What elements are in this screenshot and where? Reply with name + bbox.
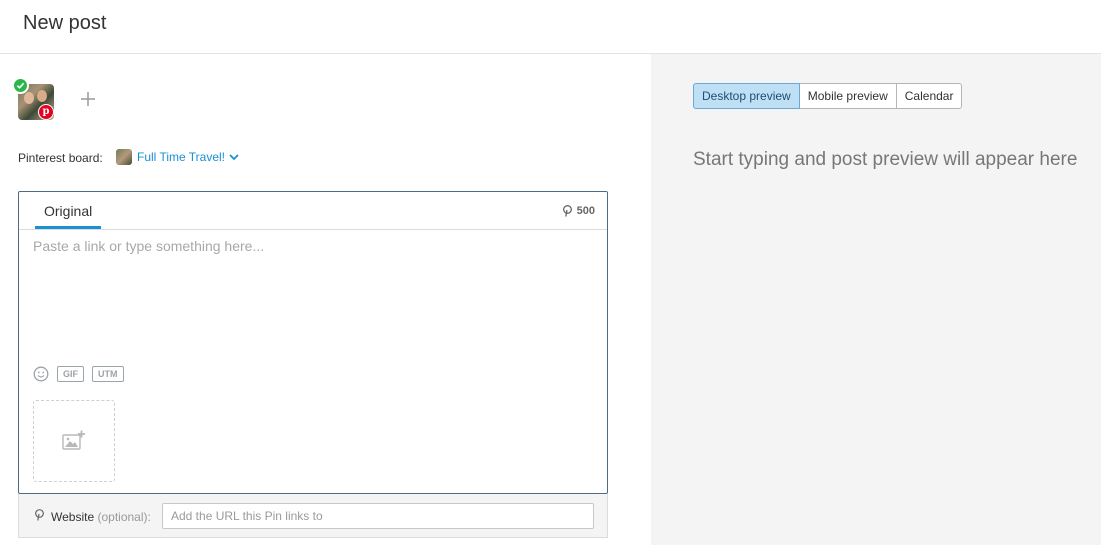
preview-empty-message: Start typing and post preview will appea… <box>693 149 1078 170</box>
utm-button[interactable]: UTM <box>92 366 124 382</box>
pinterest-icon <box>35 509 44 521</box>
board-selector[interactable]: Full Time Travel! <box>137 150 239 164</box>
tab-calendar[interactable]: Calendar <box>895 83 963 109</box>
board-thumbnail <box>116 149 132 165</box>
add-account-button[interactable] <box>79 90 97 108</box>
chevron-down-icon <box>229 153 239 160</box>
post-text-input[interactable] <box>33 238 593 358</box>
website-label: Website (optional): <box>51 510 151 524</box>
check-icon <box>16 82 25 89</box>
pinterest-icon: p <box>38 104 54 120</box>
selected-check-icon <box>12 77 29 94</box>
avatar-face <box>24 92 34 104</box>
plus-icon <box>81 92 95 106</box>
gif-button[interactable]: GIF <box>57 366 84 382</box>
character-counter: 500 <box>562 205 595 217</box>
page-title: New post <box>23 12 107 34</box>
board-label: Pinterest board: <box>18 151 103 165</box>
composer-panel: p Pinterest board: Full Time Travel! Ori… <box>0 54 651 545</box>
website-label-text: Website <box>51 510 95 524</box>
pinterest-icon <box>562 205 572 217</box>
avatar-face <box>37 90 47 102</box>
board-name: Full Time Travel! <box>137 150 226 164</box>
post-editor: Original 500 GIF UTM <box>18 191 608 494</box>
tab-original[interactable]: Original <box>35 192 102 229</box>
website-url-input[interactable] <box>162 503 594 529</box>
add-media-button[interactable] <box>33 400 115 482</box>
emoji-icon[interactable] <box>33 366 49 382</box>
preview-mode-switch: Desktop preview Mobile preview Calendar <box>693 83 963 109</box>
character-count-value: 500 <box>576 205 595 217</box>
editor-toolbar: GIF UTM <box>33 366 124 382</box>
tab-desktop-preview[interactable]: Desktop preview <box>693 83 800 109</box>
website-row: Website (optional): <box>18 494 608 538</box>
preview-panel: Desktop preview Mobile preview Calendar … <box>651 54 1101 545</box>
page-header: New post <box>0 0 1101 54</box>
website-optional-text: (optional): <box>97 510 151 524</box>
add-image-icon <box>62 430 85 450</box>
tab-mobile-preview[interactable]: Mobile preview <box>798 83 897 109</box>
editor-tabs: Original 500 <box>19 192 607 230</box>
